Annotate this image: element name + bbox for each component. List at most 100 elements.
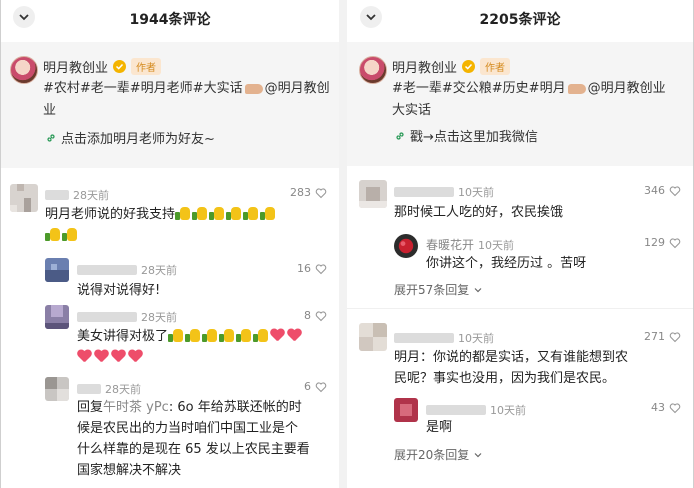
author-badge: 作者 xyxy=(131,58,162,75)
commenter-avatar[interactable] xyxy=(10,184,38,212)
commenter-avatar[interactable] xyxy=(359,180,387,208)
comment-body-line: 国家想解决不解决 xyxy=(77,463,182,478)
comment-text: 回复午时茶 yPc: 6o 年给苏联还帐的时 候是农民出的力当时咱们中国工业是个… xyxy=(77,397,327,481)
hashtag-line-continued: 大实话 xyxy=(392,103,432,118)
author-name[interactable]: 明月教创业 xyxy=(43,57,108,76)
comment-meta: 春暖花开 10天前 xyxy=(426,236,514,253)
like-count: 8 xyxy=(304,309,311,322)
comment-time: 10天前 xyxy=(458,332,494,345)
comment-time: 10天前 xyxy=(478,238,515,252)
author-row: 明月教创业 作者 xyxy=(43,57,162,76)
mention-link[interactable]: @明月教创 xyxy=(265,81,330,96)
comment-time: 28天前 xyxy=(141,264,177,277)
like-count: 283 xyxy=(290,186,311,199)
like-count: 129 xyxy=(644,236,665,249)
like-count: 271 xyxy=(644,330,665,343)
comment-body-line: 民呢？事实也没用，因为我们是农民。 xyxy=(394,371,616,386)
comment-body-line: : 6o 年给苏联还帐的时 xyxy=(168,400,302,415)
comment-panel-header: 2205条评论 xyxy=(347,0,693,36)
expand-replies-button[interactable]: 展开20条回复 xyxy=(394,446,483,463)
author-hashtags: #农村#老一辈#明月老师#大实话 @明月教创 业 xyxy=(43,78,331,122)
comment-text: 明月：你说的都是实话，又有谁能想到农 民呢？事实也没用，因为我们是农民。 xyxy=(394,347,683,389)
flower-avatar xyxy=(394,234,418,258)
heart-outline-icon xyxy=(669,402,681,413)
author-avatar[interactable] xyxy=(359,56,387,84)
right-comment-panel: 2205条评论 明月教创业 作者 #老一辈#交公粮#历史#明月 @明月教创业 大实… xyxy=(347,0,693,488)
heart-outline-icon xyxy=(315,310,327,321)
left-comment-panel: 1944条评论 明月教创业 作者 #农村#老一辈#明月老师#大实话 @明月教创 业… xyxy=(1,0,339,488)
add-wechat-link[interactable]: 戳→点击这里加我微信 xyxy=(394,126,538,145)
comment-meta: 28天前 xyxy=(77,262,177,278)
blurred-username xyxy=(77,312,137,322)
mosaic-avatar xyxy=(45,305,69,329)
heart-outline-icon xyxy=(669,331,681,342)
blurred-username xyxy=(77,384,101,394)
blurred-username xyxy=(426,405,486,415)
author-card: 明月教创业 作者 #农村#老一辈#明月老师#大实话 @明月教创 业 点击添加明月老… xyxy=(1,42,339,168)
comment-body: 明月老师说的好我支持 xyxy=(45,207,176,222)
comment-time: 28天前 xyxy=(73,189,109,202)
like-button[interactable]: 283 xyxy=(290,186,327,199)
heart-outline-icon xyxy=(315,381,327,392)
comment-meta: 28天前 xyxy=(77,381,141,397)
link-icon xyxy=(396,131,404,140)
commenter-avatar[interactable] xyxy=(45,305,69,329)
comment-separator xyxy=(347,308,693,309)
add-friend-link[interactable]: 点击添加明月老师为好友~ xyxy=(45,128,215,147)
commenter-avatar[interactable] xyxy=(394,398,418,422)
mosaic-avatar xyxy=(10,184,38,212)
comment-time: 10天前 xyxy=(490,404,526,417)
author-card: 明月教创业 作者 #老一辈#交公粮#历史#明月 @明月教创业 大实话 戳→点击这里… xyxy=(347,42,693,166)
commenter-avatar[interactable] xyxy=(394,234,418,258)
comment-time: 10天前 xyxy=(458,186,494,199)
comment-meta: 28天前 xyxy=(77,309,177,325)
blurred-username xyxy=(394,187,454,197)
reply-to-username[interactable]: 午时茶 yPc xyxy=(103,400,169,415)
hashtag-line-continued: 业 xyxy=(43,103,57,118)
commenter-avatar[interactable] xyxy=(45,377,69,401)
comment-meta: 28天前 xyxy=(45,187,109,203)
mosaic-avatar xyxy=(45,377,69,401)
reply-prefix: 回复 xyxy=(77,400,104,415)
heart-outline-icon xyxy=(669,237,681,248)
like-count: 43 xyxy=(651,401,665,414)
mention-link[interactable]: @明月教创业 xyxy=(588,81,666,96)
commenter-avatar[interactable] xyxy=(359,323,387,351)
hashtag-line[interactable]: #老一辈#交公粮#历史#明月 xyxy=(392,81,566,96)
like-button[interactable]: 271 xyxy=(644,330,681,343)
comment-count-title: 2205条评论 xyxy=(479,12,561,28)
heart-outline-icon xyxy=(315,187,327,198)
blurred-username xyxy=(45,190,69,200)
chevron-down-small-icon xyxy=(474,452,482,457)
author-row: 明月教创业 作者 xyxy=(392,57,511,76)
comment-meta: 10天前 xyxy=(426,402,526,418)
author-hashtags: #老一辈#交公粮#历史#明月 @明月教创业 大实话 xyxy=(392,78,685,122)
like-button[interactable]: 8 xyxy=(304,309,327,322)
like-button[interactable]: 6 xyxy=(304,380,327,393)
comment-text: 明月老师说的好我支持 xyxy=(45,204,327,246)
mosaic-avatar xyxy=(45,258,69,282)
like-button[interactable]: 129 xyxy=(644,236,681,249)
comment-count-title: 1944条评论 xyxy=(129,12,211,28)
comment-time: 28天前 xyxy=(141,311,177,324)
comment-meta: 10天前 xyxy=(394,330,494,346)
commenter-name[interactable]: 春暖花开 xyxy=(426,236,474,253)
comment-body: 那时候工人吃的好，农民挨饿 xyxy=(394,205,564,220)
comment-time: 28天前 xyxy=(105,383,141,396)
heart-outline-icon xyxy=(669,185,681,196)
expand-replies-button[interactable]: 展开57条回复 xyxy=(394,281,483,298)
pointing-hand-icon xyxy=(244,83,263,94)
hashtag-line[interactable]: #农村#老一辈#明月老师#大实话 xyxy=(43,81,243,96)
expand-replies-label: 展开20条回复 xyxy=(394,448,470,462)
mosaic-avatar xyxy=(359,180,387,208)
add-wechat-label: 戳→点击这里加我微信 xyxy=(410,130,538,145)
add-friend-label: 点击添加明月老师为好友~ xyxy=(61,132,215,147)
commenter-avatar[interactable] xyxy=(45,258,69,282)
like-button[interactable]: 346 xyxy=(644,184,681,197)
author-name[interactable]: 明月教创业 xyxy=(392,57,457,76)
like-count: 346 xyxy=(644,184,665,197)
like-button[interactable]: 16 xyxy=(297,262,327,275)
author-avatar[interactable] xyxy=(10,56,38,84)
like-button[interactable]: 43 xyxy=(651,401,681,414)
comment-body: 说得对说得好! xyxy=(77,283,161,298)
